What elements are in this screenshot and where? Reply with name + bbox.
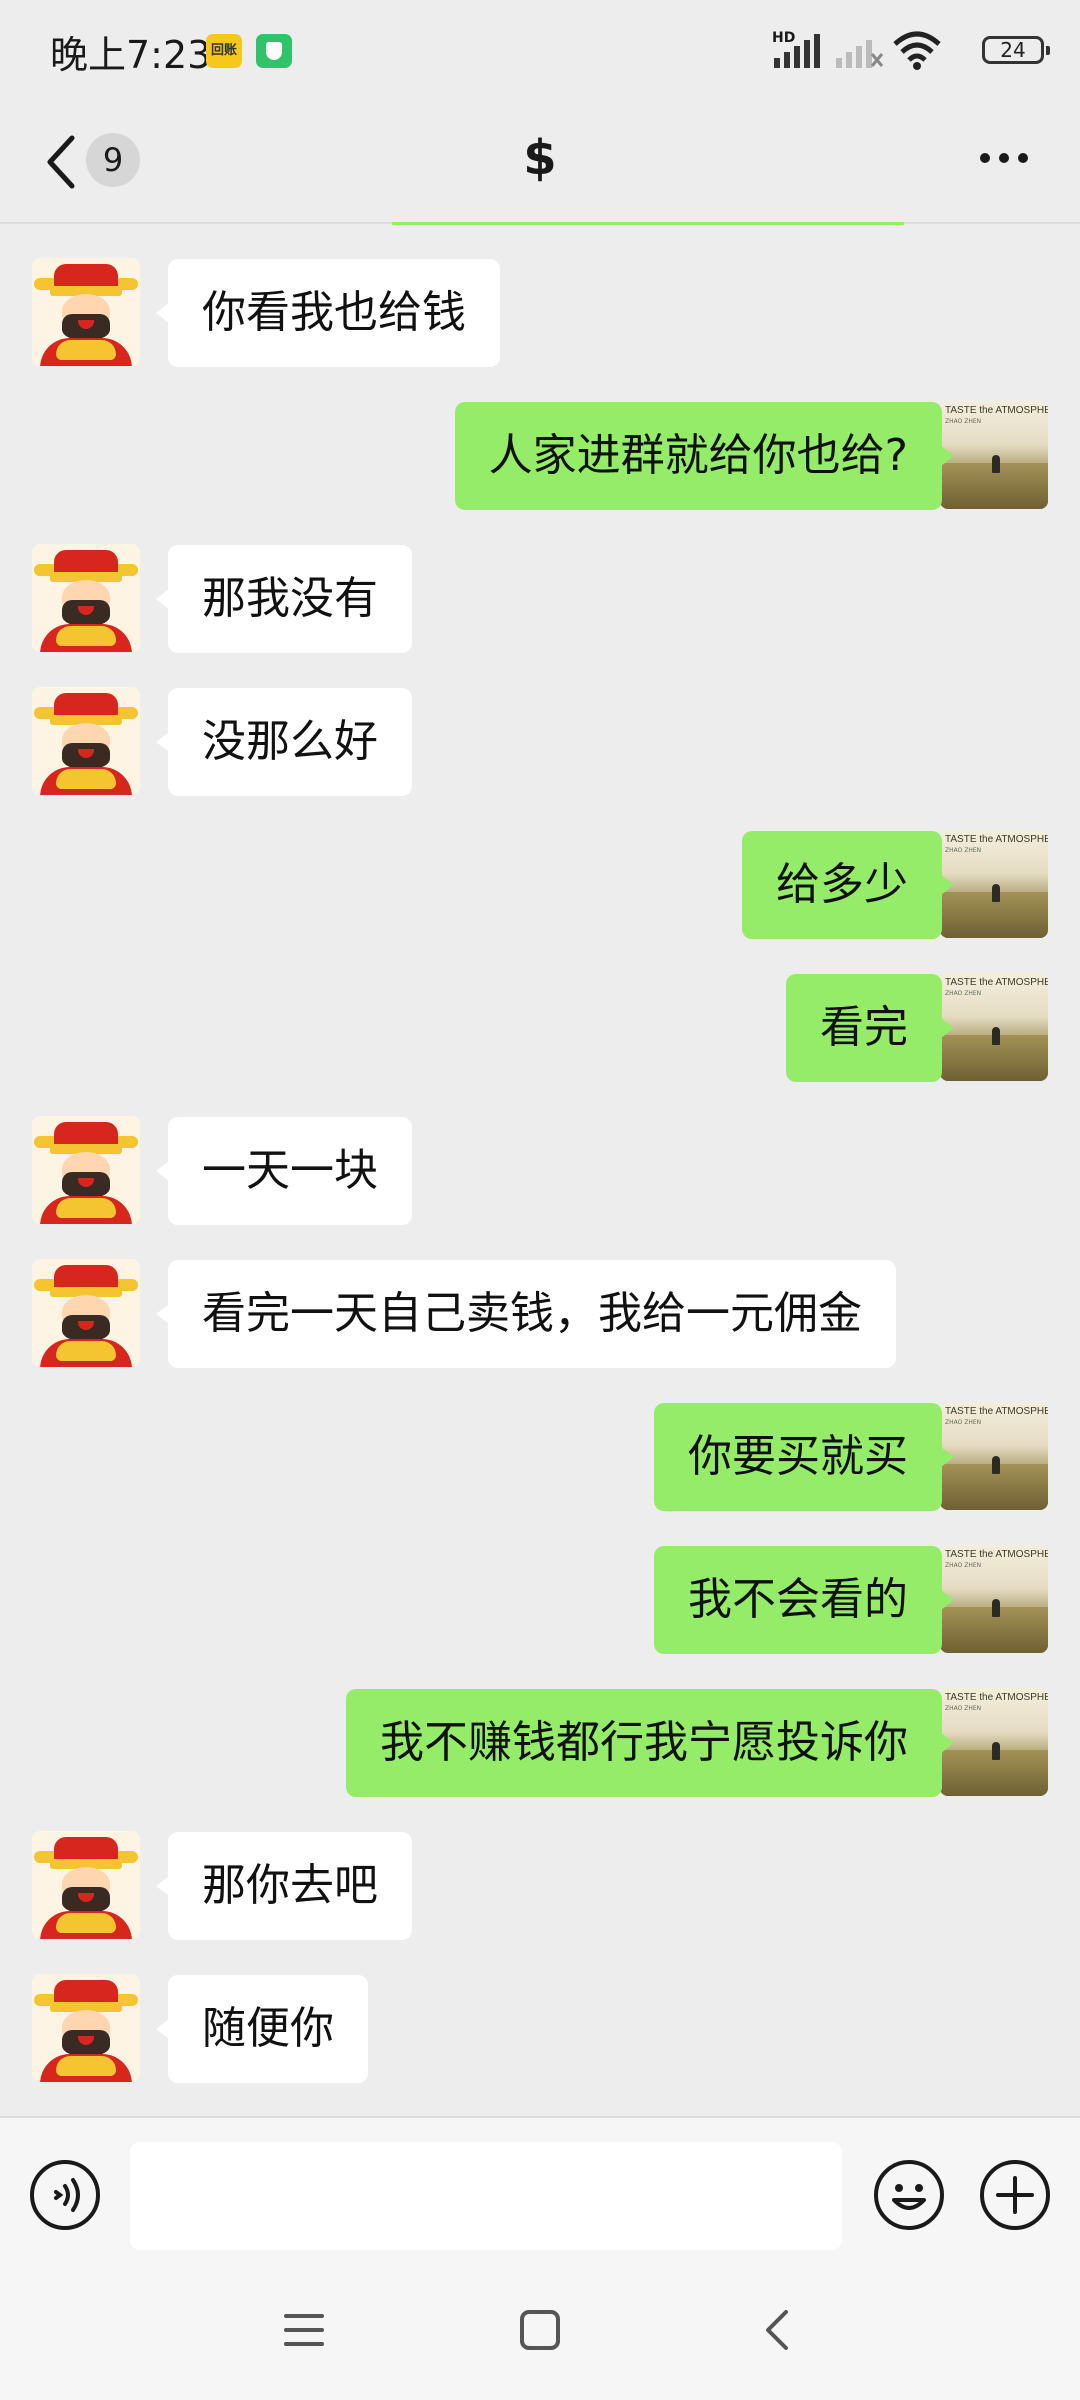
system-nav-bar bbox=[0, 2276, 1080, 2400]
message-row-sent: TASTE the ATMOSPHERE ZHAO ZHEN 给多少 bbox=[0, 830, 1080, 940]
avatar-subcaption: ZHAO ZHEN bbox=[945, 990, 982, 997]
self-avatar[interactable]: TASTE the ATMOSPHERE ZHAO ZHEN bbox=[940, 1545, 1048, 1653]
input-bar bbox=[0, 2116, 1080, 2278]
avatar-caption: TASTE the ATMOSPHERE bbox=[945, 977, 1048, 988]
battery-indicator: 24 bbox=[982, 36, 1050, 64]
avatar-caption: TASTE the ATMOSPHERE bbox=[945, 834, 1048, 845]
message-bubble[interactable]: 看完一天自己卖钱，我给一元佣金 bbox=[156, 1260, 896, 1368]
signal-empty-icon bbox=[836, 40, 884, 68]
avatar-subcaption: ZHAO ZHEN bbox=[945, 1562, 982, 1569]
avatar-caption: TASTE the ATMOSPHERE bbox=[945, 1406, 1048, 1417]
avatar-subcaption: ZHAO ZHEN bbox=[945, 847, 982, 854]
avatar-subcaption: ZHAO ZHEN bbox=[945, 1705, 982, 1712]
self-avatar[interactable]: TASTE the ATMOSPHERE ZHAO ZHEN bbox=[940, 1402, 1048, 1510]
plus-icon[interactable] bbox=[978, 2158, 1052, 2232]
message-row-received: 你看我也给钱 bbox=[0, 258, 1080, 368]
message-bubble[interactable]: 那你去吧 bbox=[156, 1832, 412, 1940]
message-row-sent: TASTE the ATMOSPHERE ZHAO ZHEN 我不赚钱都行我宁愿… bbox=[0, 1688, 1080, 1798]
message-bubble[interactable]: 没那么好 bbox=[156, 688, 412, 796]
dot-icon bbox=[980, 153, 990, 163]
self-avatar[interactable]: TASTE the ATMOSPHERE ZHAO ZHEN bbox=[940, 1688, 1048, 1796]
message-bubble[interactable]: 一天一块 bbox=[156, 1117, 412, 1225]
emoji-icon[interactable] bbox=[872, 2158, 946, 2232]
contact-avatar[interactable] bbox=[32, 258, 140, 366]
notification-app-icon: 回账 bbox=[206, 34, 242, 68]
message-row-sent: TASTE the ATMOSPHERE ZHAO ZHEN 看完 bbox=[0, 973, 1080, 1083]
self-avatar[interactable]: TASTE the ATMOSPHERE ZHAO ZHEN bbox=[940, 973, 1048, 1081]
message-bubble[interactable]: 给多少 bbox=[742, 831, 954, 939]
avatar-caption: TASTE the ATMOSPHERE bbox=[945, 1692, 1048, 1703]
message-row-received: 那你去吧 bbox=[0, 1831, 1080, 1941]
message-bubble[interactable]: 我不会看的 bbox=[654, 1546, 954, 1654]
message-row-sent: TASTE the ATMOSPHERE ZHAO ZHEN 人家进群就给你也给… bbox=[0, 401, 1080, 511]
avatar-subcaption: ZHAO ZHEN bbox=[945, 418, 982, 425]
message-bubble[interactable]: 看完 bbox=[786, 974, 954, 1082]
message-list[interactable]: 你看我也给钱 TASTE the ATMOSPHERE ZHAO ZHEN 人家… bbox=[0, 226, 1080, 2116]
contact-avatar[interactable] bbox=[32, 544, 140, 652]
dot-icon bbox=[1018, 153, 1028, 163]
contact-avatar[interactable] bbox=[32, 1974, 140, 2082]
security-app-icon bbox=[256, 34, 292, 68]
back-icon[interactable] bbox=[756, 2306, 800, 2354]
message-bubble[interactable]: 随便你 bbox=[156, 1975, 368, 2083]
more-options-button[interactable] bbox=[980, 148, 1040, 172]
message-bubble[interactable]: 人家进群就给你也给? bbox=[454, 402, 955, 510]
voice-input-icon[interactable] bbox=[28, 2158, 102, 2232]
status-bar: 晚上7:23 回账 HD 24 bbox=[0, 0, 1080, 100]
message-row-sent: TASTE the ATMOSPHERE ZHAO ZHEN 我不会看的 bbox=[0, 1545, 1080, 1655]
wifi-icon bbox=[893, 31, 941, 70]
header-accent-line bbox=[392, 222, 904, 225]
message-row-received: 一天一块 bbox=[0, 1116, 1080, 1226]
avatar-caption: TASTE the ATMOSPHERE bbox=[945, 405, 1048, 416]
message-bubble[interactable]: 你要买就买 bbox=[654, 1403, 954, 1511]
message-row-received: 随便你 bbox=[0, 1974, 1080, 2084]
message-row-received: 那我没有 bbox=[0, 544, 1080, 654]
home-icon[interactable] bbox=[518, 2308, 562, 2352]
chat-title: $ bbox=[523, 130, 557, 186]
message-bubble[interactable]: 我不赚钱都行我宁愿投诉你 bbox=[346, 1689, 954, 1797]
status-time: 晚上7:23 bbox=[50, 33, 212, 77]
contact-avatar[interactable] bbox=[32, 687, 140, 795]
message-bubble[interactable]: 你看我也给钱 bbox=[156, 259, 500, 367]
message-row-received: 没那么好 bbox=[0, 687, 1080, 797]
message-row-sent: TASTE the ATMOSPHERE ZHAO ZHEN 你要买就买 bbox=[0, 1402, 1080, 1512]
avatar-subcaption: ZHAO ZHEN bbox=[945, 1419, 982, 1426]
contact-avatar[interactable] bbox=[32, 1831, 140, 1939]
avatar-caption: TASTE the ATMOSPHERE bbox=[945, 1549, 1048, 1560]
message-row-received: 看完一天自己卖钱，我给一元佣金 bbox=[0, 1259, 1080, 1369]
self-avatar[interactable]: TASTE the ATMOSPHERE ZHAO ZHEN bbox=[940, 830, 1048, 938]
dot-icon bbox=[999, 153, 1009, 163]
contact-avatar[interactable] bbox=[32, 1259, 140, 1367]
self-avatar[interactable]: TASTE the ATMOSPHERE ZHAO ZHEN bbox=[940, 401, 1048, 509]
hd-label: HD bbox=[772, 30, 796, 46]
message-input[interactable] bbox=[130, 2142, 842, 2250]
message-bubble[interactable]: 那我没有 bbox=[156, 545, 412, 653]
contact-avatar[interactable] bbox=[32, 1116, 140, 1224]
recent-apps-icon[interactable] bbox=[282, 2308, 326, 2352]
